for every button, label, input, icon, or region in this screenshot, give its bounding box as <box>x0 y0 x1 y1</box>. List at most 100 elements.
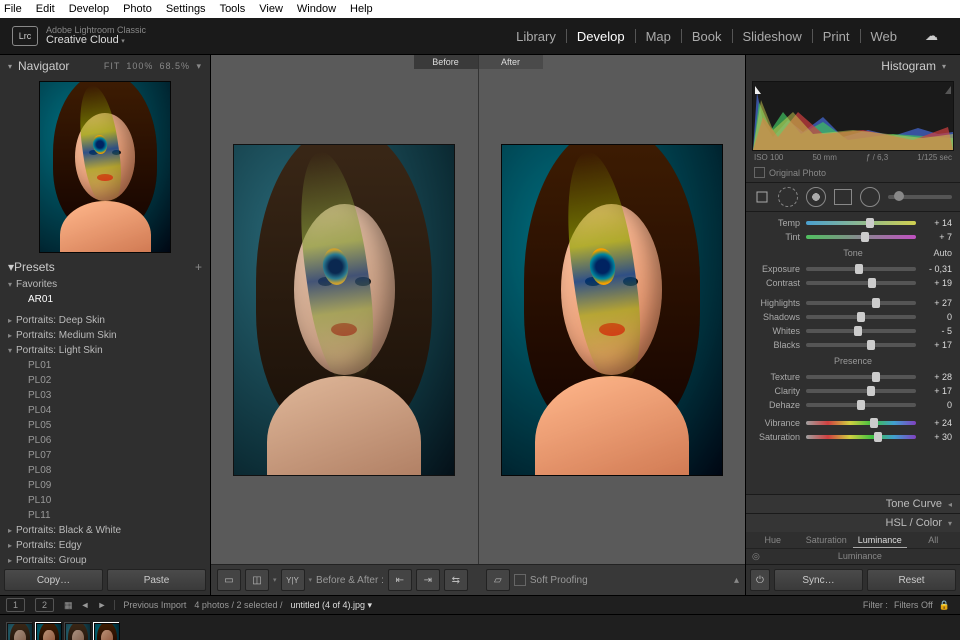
preset-folder[interactable]: Portraits: Black & White <box>6 523 210 538</box>
center-area: Before After ▭ ◫ ▾ Y|Y ▾ <box>211 55 745 595</box>
preset-item[interactable]: PL05 <box>6 418 210 433</box>
filmstrip-thumb[interactable] <box>93 622 119 640</box>
navigator-header[interactable]: ▾ Navigator FIT100%68.5% ▾ <box>0 55 210 77</box>
tint-slider[interactable]: Tint+ 7 <box>754 230 952 244</box>
prev-photo-icon[interactable]: ◄ <box>81 600 90 610</box>
menu-tools[interactable]: Tools <box>220 3 246 15</box>
temp-slider[interactable]: Temp+ 14 <box>754 216 952 230</box>
mask-tool-icon[interactable] <box>834 189 852 205</box>
add-preset-icon[interactable]: + <box>195 260 202 274</box>
presets-header[interactable]: ▾ Presets + <box>0 257 210 277</box>
preset-folder[interactable]: Portraits: Light Skin <box>6 343 210 358</box>
histogram-display[interactable] <box>752 81 954 151</box>
menu-view[interactable]: View <box>259 3 283 15</box>
grid-icon[interactable]: ▦ <box>64 600 73 611</box>
preset-item[interactable]: PL11 <box>6 508 210 523</box>
menu-settings[interactable]: Settings <box>166 3 206 15</box>
source-label[interactable]: Previous Import <box>123 600 186 610</box>
preset-folder[interactable]: Portraits: Deep Skin <box>6 313 210 328</box>
module-map[interactable]: Map <box>636 29 681 44</box>
preset-item[interactable]: PL07 <box>6 448 210 463</box>
secondary-display-2[interactable]: 2 <box>35 598 54 612</box>
preset-folder[interactable]: Portraits: Group <box>6 553 210 565</box>
menu-file[interactable]: File <box>4 3 22 15</box>
next-photo-icon[interactable]: ► <box>97 600 106 610</box>
preset-item[interactable]: PL10 <box>6 493 210 508</box>
ba-swap-both-icon[interactable]: ⇆ <box>444 569 468 591</box>
auto-tone-button[interactable]: Auto <box>933 248 952 258</box>
ba-swap-right-icon[interactable]: ⇥ <box>416 569 440 591</box>
preset-item[interactable]: PL08 <box>6 463 210 478</box>
whites-slider[interactable]: Whites- 5 <box>754 324 952 338</box>
module-book[interactable]: Book <box>682 29 732 44</box>
module-print[interactable]: Print <box>813 29 860 44</box>
menu-edit[interactable]: Edit <box>36 3 55 15</box>
preset-item[interactable]: PL09 <box>6 478 210 493</box>
compare-view-icon[interactable]: ◫ <box>245 569 269 591</box>
paste-button[interactable]: Paste <box>107 569 206 591</box>
softproof-checkbox[interactable] <box>514 574 526 586</box>
shadows-slider[interactable]: Shadows0 <box>754 310 952 324</box>
clarity-slider[interactable]: Clarity+ 17 <box>754 384 952 398</box>
module-library[interactable]: Library <box>506 29 566 44</box>
hsl-tab-saturation[interactable]: Saturation <box>800 532 854 548</box>
filter-lock-icon[interactable]: 🔒 <box>939 600 950 611</box>
hsl-tab-luminance[interactable]: Luminance <box>853 532 907 548</box>
module-slideshow[interactable]: Slideshow <box>733 29 812 44</box>
cloud-sync-icon[interactable]: ☁ <box>915 28 948 44</box>
contrast-slider[interactable]: Contrast+ 19 <box>754 276 952 290</box>
navigator-zoom-controls[interactable]: FIT100%68.5% ▾ <box>101 61 202 72</box>
loupe-view-icon[interactable]: ▭ <box>217 569 241 591</box>
preset-folder[interactable]: Portraits: Medium Skin <box>6 328 210 343</box>
navigator-thumbnail[interactable] <box>0 77 210 257</box>
dehaze-slider[interactable]: Dehaze0 <box>754 398 952 412</box>
sync-button[interactable]: Sync… <box>774 569 863 591</box>
filmstrip-thumb[interactable] <box>35 622 61 640</box>
hsl-header[interactable]: HSL / Color▾ <box>746 513 960 532</box>
brush-size-slider[interactable] <box>888 195 952 199</box>
texture-slider[interactable]: Texture+ 28 <box>754 370 952 384</box>
hsl-tab-hue[interactable]: Hue <box>746 532 800 548</box>
switch-icon[interactable]: ⏻ <box>750 569 770 591</box>
redeye-tool-icon[interactable] <box>806 187 826 207</box>
preset-folder-favorites[interactable]: Favorites <box>6 277 210 292</box>
saturation-slider[interactable]: Saturation+ 30 <box>754 430 952 444</box>
highlights-slider[interactable]: Highlights+ 27 <box>754 296 952 310</box>
secondary-display-1[interactable]: 1 <box>6 598 25 612</box>
menu-photo[interactable]: Photo <box>123 3 152 15</box>
crop-tool-icon[interactable] <box>754 189 770 205</box>
preset-folder[interactable]: Portraits: Edgy <box>6 538 210 553</box>
module-develop[interactable]: Develop <box>567 29 635 44</box>
menu-help[interactable]: Help <box>350 3 373 15</box>
filmstrip-thumb[interactable] <box>6 622 32 640</box>
preset-item[interactable]: PL06 <box>6 433 210 448</box>
healing-tool-icon[interactable] <box>778 187 798 207</box>
vibrance-slider[interactable]: Vibrance+ 24 <box>754 416 952 430</box>
softproof-icon[interactable]: ▱ <box>486 569 510 591</box>
filmstrip-thumb[interactable] <box>64 622 90 640</box>
before-after-toggle-icon[interactable]: Y|Y <box>281 569 305 591</box>
right-panel: Histogram▾ ISO 10050 mmƒ / 6,31/125 sec … <box>745 55 960 595</box>
original-photo-toggle[interactable]: Original Photo <box>746 165 960 182</box>
reset-button[interactable]: Reset <box>867 569 956 591</box>
filter-dropdown[interactable]: Filters Off <box>894 600 933 610</box>
menu-develop[interactable]: Develop <box>69 3 109 15</box>
preset-item[interactable]: AR01 <box>6 292 210 307</box>
preset-item[interactable]: PL03 <box>6 388 210 403</box>
preset-item[interactable]: PL02 <box>6 373 210 388</box>
ba-swap-left-icon[interactable]: ⇤ <box>388 569 412 591</box>
hsl-tab-all[interactable]: All <box>907 532 960 548</box>
tonecurve-header[interactable]: Tone Curve◂ <box>746 494 960 513</box>
radial-tool-icon[interactable] <box>860 187 880 207</box>
preset-item[interactable]: PL04 <box>6 403 210 418</box>
toolbar-chevron-icon[interactable]: ▴ <box>734 575 739 586</box>
after-pane[interactable]: After <box>478 55 746 564</box>
module-web[interactable]: Web <box>861 29 908 44</box>
exposure-slider[interactable]: Exposure- 0,31 <box>754 262 952 276</box>
preset-item[interactable]: PL01 <box>6 358 210 373</box>
histogram-header[interactable]: Histogram▾ <box>746 55 960 77</box>
blacks-slider[interactable]: Blacks+ 17 <box>754 338 952 352</box>
before-pane[interactable]: Before <box>211 55 478 564</box>
copy-button[interactable]: Copy… <box>4 569 103 591</box>
menu-window[interactable]: Window <box>297 3 336 15</box>
